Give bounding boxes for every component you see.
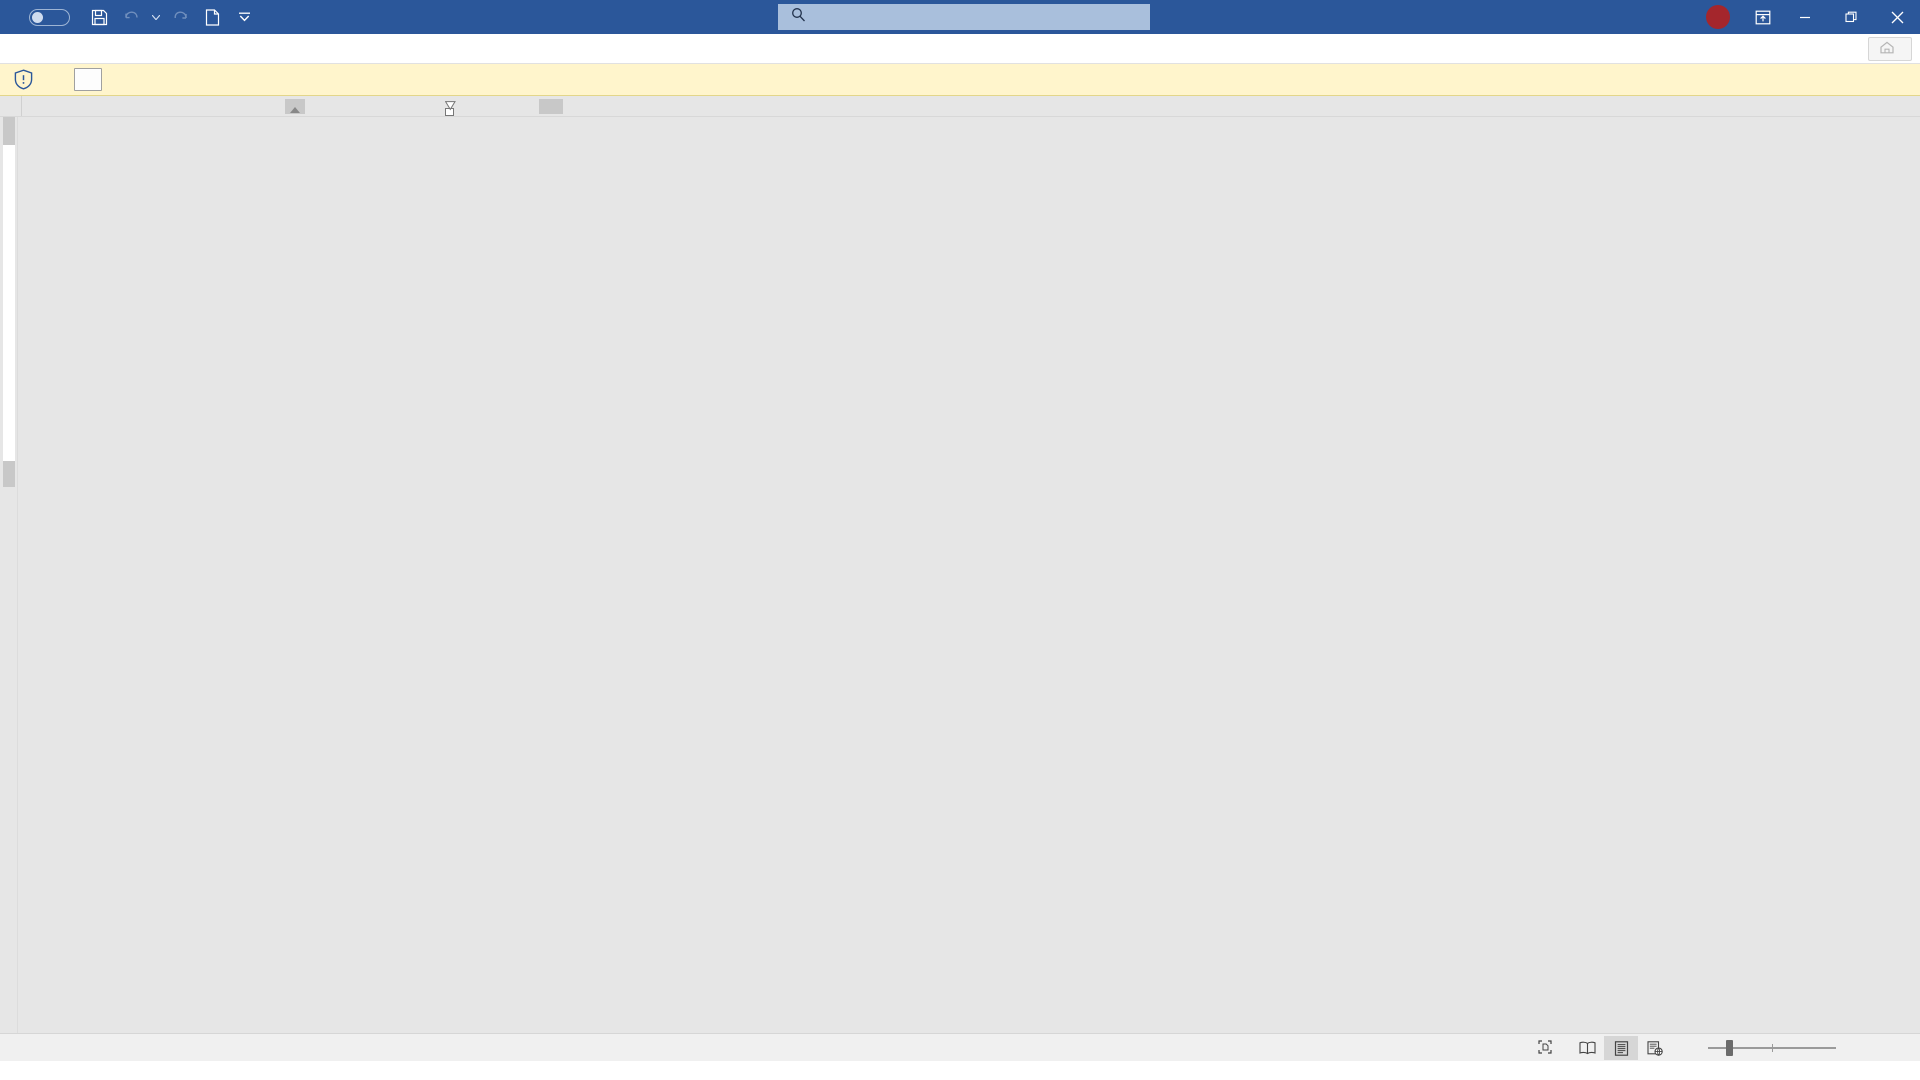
shield-icon [14,69,33,90]
zoom-control[interactable] [1686,1040,1910,1056]
tab-help[interactable] [242,34,268,63]
web-layout-icon[interactable] [1638,1036,1672,1060]
undo-dropdown-caret-icon[interactable] [148,4,163,30]
save-icon[interactable] [84,4,114,30]
vruler-margin-bottom [3,461,15,487]
new-document-icon[interactable] [197,4,227,30]
pages-canvas[interactable] [18,117,1920,1033]
undo-icon[interactable] [116,4,146,30]
share-button[interactable] [1868,37,1912,61]
focus-icon [1538,1039,1552,1057]
vruler-margin-top [3,117,15,145]
zoom-slider[interactable] [1708,1040,1836,1056]
window-controls-group [1697,0,1920,34]
tab-file[interactable] [8,34,34,63]
title-bar [0,0,1920,34]
autosave-toggle-knob [32,11,43,23]
status-bar [0,1033,1920,1061]
ribbon-display-options-icon[interactable] [1744,0,1782,34]
share-icon [1880,41,1894,57]
quick-access-toolbar [84,4,259,30]
ribbon-tab-bar [0,34,1920,64]
zoom-slider-thumb[interactable] [1726,1040,1733,1056]
close-icon[interactable] [1892,71,1910,89]
tab-stop-selector[interactable] [0,96,22,116]
document-workspace [0,117,1920,1033]
search-icon [791,7,806,27]
tab-insert[interactable] [60,34,86,63]
search-container[interactable] [778,4,1150,30]
horizontal-ruler[interactable] [285,99,563,114]
avatar[interactable] [1706,5,1730,29]
tab-review[interactable] [190,34,216,63]
tab-view[interactable] [216,34,242,63]
status-right-group [1526,1034,1910,1062]
tab-design[interactable] [86,34,112,63]
customize-quick-access-toolbar-icon[interactable] [229,4,259,30]
minimize-icon[interactable] [1782,0,1828,34]
tab-layout[interactable] [112,34,138,63]
search-input[interactable] [778,4,1150,30]
autosave-control[interactable] [22,8,70,26]
ruler-bar [0,96,1920,117]
print-layout-icon[interactable] [1604,1036,1638,1060]
enable-editing-button[interactable] [74,68,102,91]
protected-view-bar [0,64,1920,96]
redo-icon[interactable] [165,4,195,30]
tab-references[interactable] [138,34,164,63]
restore-icon[interactable] [1828,0,1874,34]
zoom-slider-midpoint [1772,1044,1773,1052]
autosave-toggle[interactable] [29,8,70,26]
ruler-margin-right [539,99,563,114]
left-indent-marker[interactable] [290,107,300,113]
first-line-indent-marker[interactable] [444,98,456,111]
vruler-body [3,145,15,461]
vertical-ruler[interactable] [0,117,18,1033]
read-mode-icon[interactable] [1570,1036,1604,1060]
tab-home[interactable] [34,34,60,63]
vertical-ruler-track [3,117,15,1033]
close-icon[interactable] [1874,0,1920,34]
focus-mode-button[interactable] [1526,1037,1570,1059]
tab-mailings[interactable] [164,34,190,63]
